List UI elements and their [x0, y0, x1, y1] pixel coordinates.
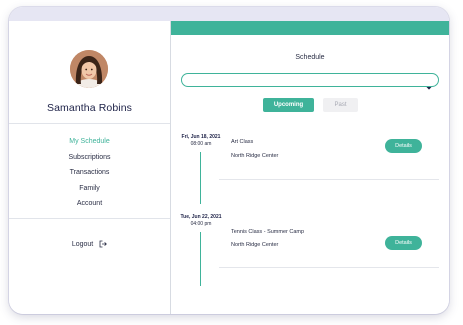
tab-upcoming[interactable]: Upcoming	[263, 98, 314, 112]
event-location: North Ridge Center	[231, 153, 279, 159]
event-location: North Ridge Center	[231, 242, 279, 248]
divider	[9, 218, 170, 219]
top-bar	[9, 7, 449, 21]
timeline-line	[199, 152, 201, 204]
schedule-event: Fri, Jun 18, 2021 08:00 am Art Class Nor…	[171, 134, 449, 214]
sidebar-nav: My Schedule Subscriptions Transactions F…	[9, 134, 170, 212]
event-date: Fri, Jun 18, 2021	[181, 134, 221, 140]
schedule-event: Tue, Jun 22, 2021 04:00 pm Tennis Class …	[171, 214, 449, 294]
sidebar-item-subscriptions[interactable]: Subscriptions	[9, 150, 170, 166]
header-accent-bar	[171, 21, 449, 35]
app-window: Samantha Robins My Schedule Subscription…	[9, 7, 449, 314]
user-photo	[70, 50, 108, 88]
tab-past[interactable]: Past	[323, 98, 358, 112]
timeline-line	[199, 232, 201, 286]
page-title: Schedule	[295, 54, 325, 61]
event-time: 08:00 am	[190, 141, 212, 147]
sidebar-item-family[interactable]: Family	[9, 181, 170, 197]
sidebar-item-account[interactable]: Account	[9, 196, 170, 212]
divider	[9, 123, 170, 124]
event-title: Tennis Class - Summer Camp	[231, 229, 305, 235]
divider	[219, 179, 439, 180]
sidebar-item-transactions[interactable]: Transactions	[9, 165, 170, 181]
details-button[interactable]: Details	[385, 236, 422, 250]
details-button[interactable]: Details	[385, 139, 422, 153]
event-date: Tue, Jun 22, 2021	[180, 214, 222, 220]
sidebar: Samantha Robins My Schedule Subscription…	[9, 21, 170, 314]
event-time: 04:00 pm	[190, 221, 212, 227]
sidebar-item-my-schedule[interactable]: My Schedule	[9, 134, 170, 150]
schedule-panel: Schedule Upcoming Past Fri, Jun 18, 2021…	[171, 21, 449, 314]
logout-button[interactable]: Logout	[9, 240, 170, 250]
logout-icon	[99, 240, 108, 250]
event-title: Art Class	[231, 139, 254, 145]
profile-name: Samantha Robins	[47, 102, 132, 114]
logout-label: Logout	[71, 241, 94, 248]
avatar	[70, 50, 108, 88]
schedule-filter-select[interactable]	[181, 73, 439, 90]
divider	[219, 267, 439, 268]
chevron-down-icon	[426, 78, 432, 96]
